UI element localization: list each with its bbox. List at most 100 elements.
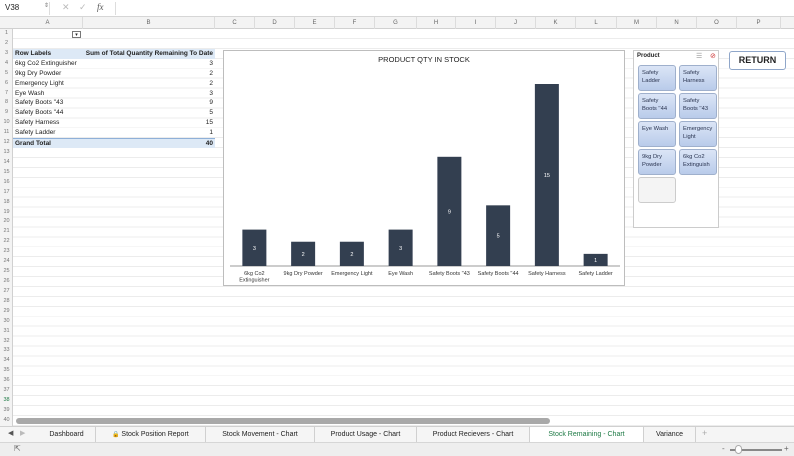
row-header[interactable]: 26 — [0, 278, 13, 284]
column-header-K[interactable]: K — [536, 17, 576, 29]
column-header-A[interactable]: A — [13, 17, 83, 29]
prev-sheet-icon[interactable]: ◀ — [8, 429, 13, 437]
slicer-item[interactable]: Safety Boots ''44 — [638, 93, 676, 119]
slicer-item[interactable]: Safety Harness — [679, 65, 717, 91]
row-header[interactable]: 17 — [0, 189, 13, 195]
slicer-item[interactable]: Eye Wash — [638, 121, 676, 147]
next-sheet-icon[interactable]: ▶ — [20, 429, 25, 437]
multi-select-icon[interactable]: ☰ — [696, 52, 702, 60]
row-header[interactable]: 29 — [0, 308, 13, 314]
row-header[interactable]: 21 — [0, 228, 13, 234]
row-header[interactable]: 18 — [0, 199, 13, 205]
sheet-tab[interactable]: Product Usage - Chart — [315, 427, 417, 442]
pivot-row-value[interactable]: 1 — [83, 128, 215, 138]
product-slicer[interactable]: Product ☰ ⊘ Safety Ladder Safety Harness S… — [633, 50, 719, 228]
pivot-row-value[interactable]: 15 — [83, 118, 215, 128]
row-header[interactable]: 5 — [0, 70, 13, 76]
row-header[interactable]: 11 — [0, 129, 13, 135]
row-header[interactable]: 6 — [0, 80, 13, 86]
return-button[interactable]: RETURN — [729, 51, 786, 70]
slicer-item[interactable]: 9kg Dry Powder — [638, 149, 676, 175]
slicer-item[interactable]: Safety Boots ''43 — [679, 93, 717, 119]
column-header-G[interactable]: G — [375, 17, 417, 29]
pivot-row-label[interactable]: Safety Boots ''43 — [13, 98, 83, 108]
pivot-row-value[interactable]: 2 — [83, 69, 215, 79]
column-header-L[interactable]: L — [576, 17, 617, 29]
slicer-item[interactable]: 6kg Co2 Extinguish — [679, 149, 717, 175]
column-header-J[interactable]: J — [496, 17, 536, 29]
function-icon[interactable]: fx — [97, 2, 104, 12]
pivot-row-label[interactable]: Emergency Light — [13, 79, 83, 89]
filter-dropdown-icon[interactable]: ▾ — [72, 30, 81, 38]
row-header[interactable]: 25 — [0, 268, 13, 274]
pivot-row-label[interactable]: 6kg Co2 Extinguisher — [13, 59, 83, 69]
pivot-row-value[interactable]: 2 — [83, 79, 215, 89]
row-header[interactable]: 36 — [0, 377, 13, 383]
row-header[interactable]: 37 — [0, 387, 13, 393]
column-header-E[interactable]: E — [295, 17, 335, 29]
sheet-tab[interactable]: Dashboard — [38, 427, 96, 442]
row-header[interactable]: 7 — [0, 90, 13, 96]
row-header[interactable]: 8 — [0, 99, 13, 105]
column-header-H[interactable]: H — [417, 17, 456, 29]
page-layout-icon[interactable]: ⇱ — [14, 444, 21, 453]
pivot-row-label[interactable]: 9kg Dry Powder — [13, 69, 83, 79]
column-header-O[interactable]: O — [697, 17, 737, 29]
row-header[interactable]: 28 — [0, 298, 13, 304]
row-header[interactable]: 9 — [0, 109, 13, 115]
row-header[interactable]: 2 — [0, 40, 13, 46]
pivot-row-label[interactable]: Safety Harness — [13, 118, 83, 128]
row-header[interactable]: 33 — [0, 347, 13, 353]
row-header[interactable]: 24 — [0, 258, 13, 264]
pivot-header-row-labels[interactable]: Row Labels — [13, 48, 83, 59]
formula-input[interactable] — [115, 2, 791, 15]
row-header[interactable]: 38 — [0, 397, 13, 403]
row-header[interactable]: 34 — [0, 357, 13, 363]
row-header[interactable]: 14 — [0, 159, 13, 165]
row-header[interactable]: 20 — [0, 218, 13, 224]
pivot-row-label[interactable]: Eye Wash — [13, 89, 83, 99]
row-header[interactable]: 35 — [0, 367, 13, 373]
grand-total-label[interactable]: Grand Total — [13, 138, 83, 149]
row-header[interactable]: 12 — [0, 139, 13, 145]
row-header[interactable]: 27 — [0, 288, 13, 294]
sheet-tab[interactable]: 🔒 Stock Position Report — [96, 427, 206, 442]
grand-total-value[interactable]: 40 — [83, 138, 215, 149]
column-header-M[interactable]: M — [617, 17, 657, 29]
row-header[interactable]: 23 — [0, 248, 13, 254]
bar-chart[interactable]: 3 6kg Co2 Extinguisher 2 9kg Dry Powder 2 Emer… — [223, 50, 625, 286]
column-header-D[interactable]: D — [255, 17, 295, 29]
row-header[interactable]: 3 — [0, 50, 13, 56]
row-header[interactable]: 4 — [0, 60, 13, 66]
sheet-tab[interactable]: Stock Movement - Chart — [206, 427, 315, 442]
column-header-I[interactable]: I — [456, 17, 496, 29]
cancel-icon[interactable]: ✕ — [62, 2, 70, 13]
pivot-row-label[interactable]: Safety Boots ''44 — [13, 108, 83, 118]
sheet-tab[interactable]: Product Recievers - Chart — [417, 427, 530, 442]
pivot-header-values[interactable]: Sum of Total Quantity Remaining To Date — [83, 48, 215, 59]
slicer-item[interactable]: Emergency Light — [679, 121, 717, 147]
sheet-tab[interactable]: Stock Remaining - Chart — [530, 427, 644, 442]
zoom-in-icon[interactable]: + — [784, 444, 789, 453]
name-box-stepper-icon[interactable]: ⇕ — [44, 2, 49, 9]
clear-filter-icon[interactable]: ⊘ — [710, 52, 716, 60]
row-header[interactable]: 22 — [0, 238, 13, 244]
sheet-tab[interactable]: Variance — [644, 427, 696, 442]
column-header-F[interactable]: F — [335, 17, 375, 29]
column-header-P[interactable]: P — [737, 17, 781, 29]
name-box[interactable]: V38 — [2, 2, 50, 15]
row-header[interactable]: 30 — [0, 318, 13, 324]
row-header[interactable]: 19 — [0, 209, 13, 215]
column-header-B[interactable]: B — [83, 17, 215, 29]
row-header[interactable]: 13 — [0, 149, 13, 155]
zoom-out-icon[interactable]: - — [722, 444, 725, 453]
row-header[interactable]: 31 — [0, 328, 13, 334]
row-header[interactable]: 16 — [0, 179, 13, 185]
pivot-row-value[interactable]: 9 — [83, 98, 215, 108]
confirm-icon[interactable]: ✓ — [79, 2, 87, 13]
pivot-row-value[interactable]: 5 — [83, 108, 215, 118]
row-header[interactable]: 32 — [0, 338, 13, 344]
pivot-row-value[interactable]: 3 — [83, 89, 215, 99]
pivot-row-value[interactable]: 3 — [83, 59, 215, 69]
column-header-C[interactable]: C — [215, 17, 255, 29]
